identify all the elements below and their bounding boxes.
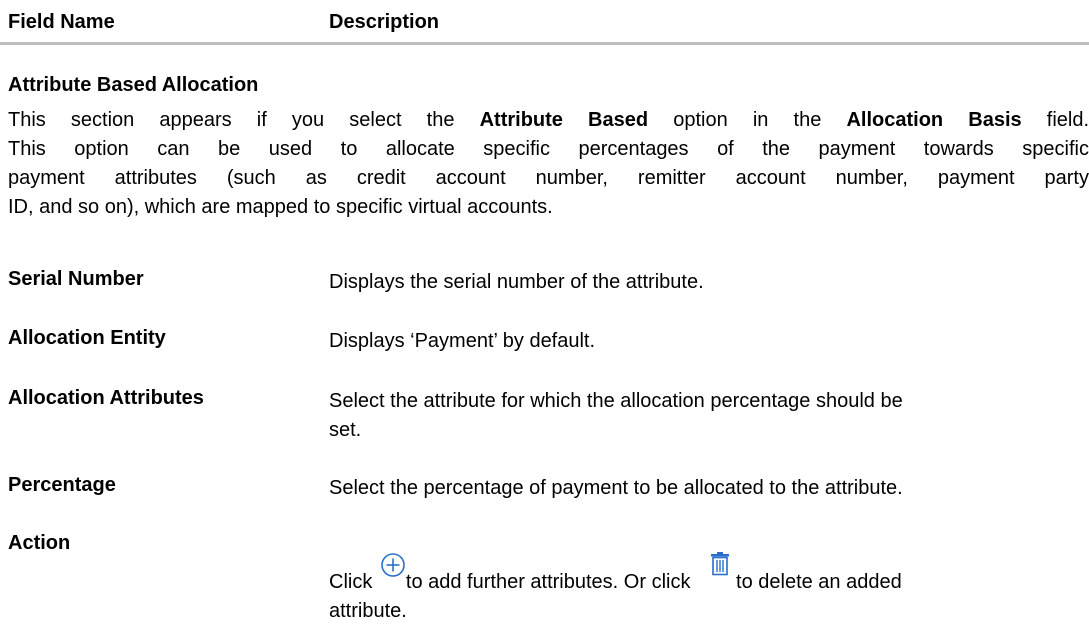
field-description: Click to add further attributes. Or clic… (329, 552, 1089, 626)
table-header-row: Field Name Description (0, 0, 1089, 45)
section-description-line-1: This section appears if you select the A… (8, 106, 1089, 135)
field-description-line-2: set. (329, 419, 362, 441)
field-description: Displays ‘Payment’ by default. (329, 330, 596, 352)
attribute-based-option-text: Attribute Based (479, 109, 649, 131)
section-description-line-3: payment attributes (such as credit accou… (8, 167, 1089, 189)
section-description: This section appears if you select the A… (8, 106, 1089, 222)
field-label: Allocation Attributes (8, 387, 204, 409)
field-description: Select the percentage of payment to be a… (329, 477, 903, 499)
trash-icon (710, 552, 730, 576)
field-name-column-header: Field Name (8, 11, 115, 33)
text-segment: field. (1021, 109, 1089, 131)
field-description: Select the attribute for which the alloc… (329, 387, 1089, 445)
text-segment: Click (329, 571, 378, 593)
text-segment: option in the (648, 109, 847, 131)
field-label: Percentage (8, 474, 116, 496)
description-column-header: Description (329, 11, 440, 33)
section-description-line-4: ID, and so on), which are mapped to spec… (8, 196, 553, 218)
text-segment: to delete an added (736, 571, 902, 593)
field-label: Allocation Entity (8, 327, 166, 349)
add-circle-icon (380, 552, 406, 578)
section-title: Attribute Based Allocation (8, 74, 259, 96)
section-description-line-2: This option can be used to allocate spec… (8, 138, 1089, 160)
field-description: Displays the serial number of the attrib… (329, 271, 704, 293)
field-description-line-2: attribute. (329, 600, 407, 622)
allocation-basis-field-text: Allocation Basis (846, 109, 1022, 131)
text-segment: to add further attributes. Or click (405, 571, 697, 593)
text-segment: This section appears if you select the (8, 109, 480, 131)
field-label: Action (8, 532, 71, 554)
field-description-line-1: Click to add further attributes. Or clic… (329, 552, 1089, 597)
field-label: Serial Number (8, 268, 144, 290)
field-description-line-1: Select the attribute for which the alloc… (329, 390, 903, 412)
